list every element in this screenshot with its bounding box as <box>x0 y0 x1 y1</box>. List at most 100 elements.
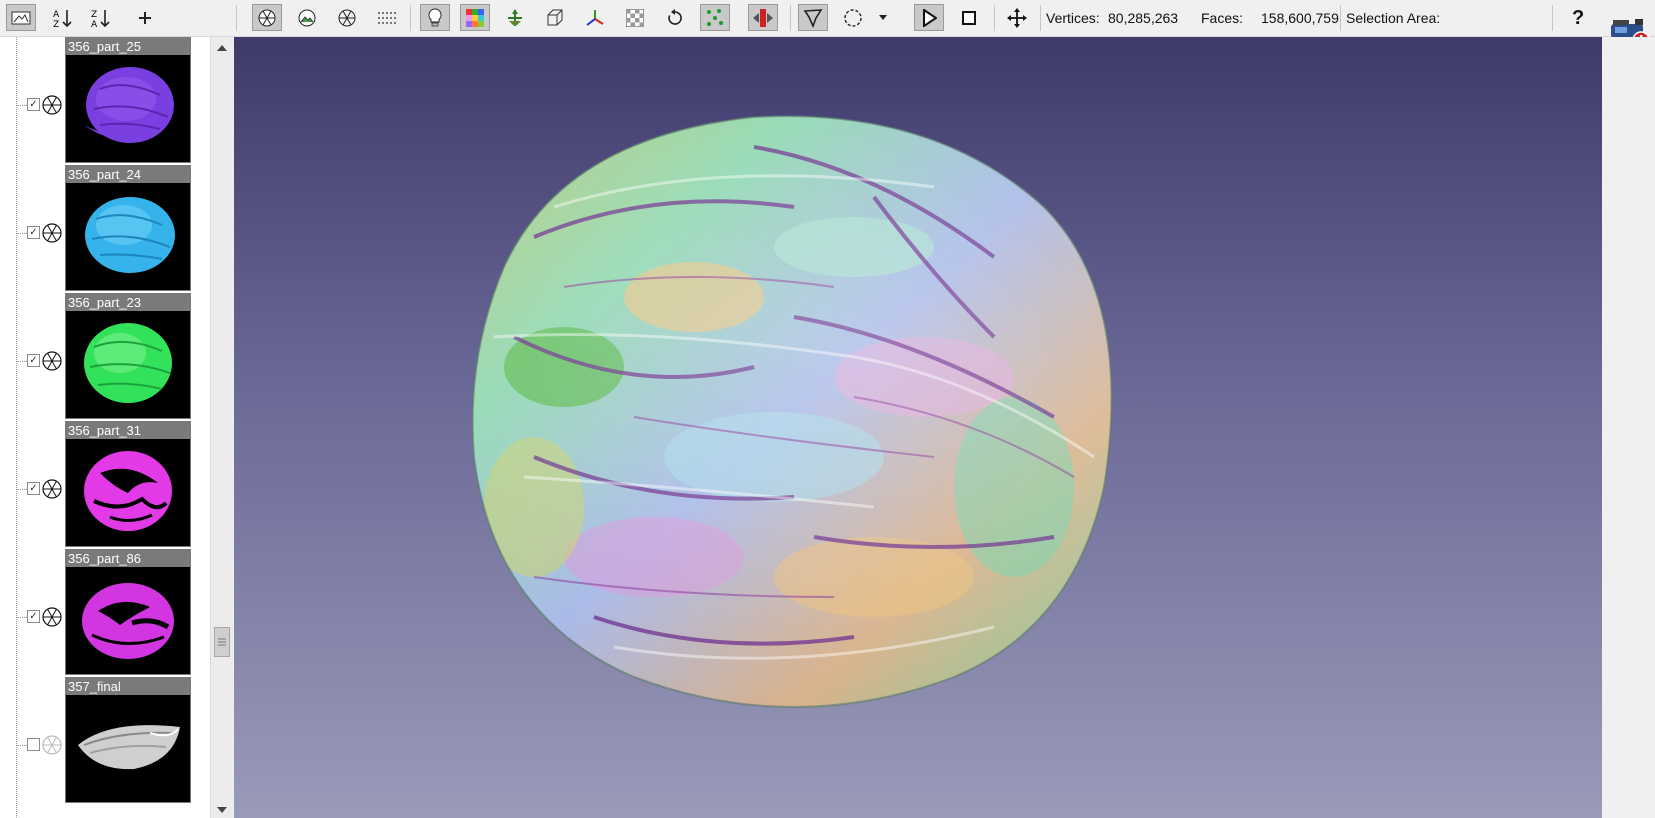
layer-preview <box>82 583 174 659</box>
axes-button[interactable] <box>580 4 610 31</box>
bounding-box-button[interactable] <box>540 4 570 31</box>
layer-preview <box>84 67 174 143</box>
layer-checkbox[interactable]: ✓ <box>27 354 40 367</box>
layer-preview <box>84 323 172 403</box>
bounding-box-icon <box>545 8 565 28</box>
svg-text:Z: Z <box>91 10 97 20</box>
rotate-icon <box>666 8 684 27</box>
layer-checkbox[interactable]: ✓ <box>27 610 40 623</box>
visibility-wireframe-icon[interactable] <box>42 479 62 499</box>
layer-item[interactable]: 357_final <box>0 677 210 805</box>
polygon-select-icon <box>803 8 823 28</box>
sort-ascending-button[interactable]: AZ <box>48 4 78 31</box>
sort-descending-icon: ZA <box>90 7 112 29</box>
wireframe-button[interactable] <box>252 4 282 31</box>
scrollbar-thumb[interactable] <box>214 627 230 657</box>
layer-checkbox[interactable]: ✓ <box>27 98 40 111</box>
layer-name: 356_part_24 <box>66 166 190 183</box>
faces-label: Faces: <box>1201 10 1244 26</box>
layer-checkbox[interactable]: ✓ <box>27 482 40 495</box>
toolbar-separator <box>410 5 411 31</box>
visibility-wireframe-icon[interactable] <box>42 607 62 627</box>
normals-button[interactable] <box>500 4 530 31</box>
layer-panel: ✓ 356_part_25 ✓ 356_part_24 ✓ 356_part_2… <box>0 37 233 818</box>
dropdown-icon <box>879 14 887 21</box>
polygon-select-button[interactable] <box>798 4 828 31</box>
layer-preview <box>84 451 172 531</box>
faces-value: 158,600,759 <box>1261 10 1339 26</box>
textured-mesh-icon <box>297 8 317 28</box>
visibility-wireframe-icon[interactable] <box>42 223 62 243</box>
vertices-label: Vertices: <box>1046 10 1100 26</box>
visibility-wireframe-icon[interactable] <box>42 735 62 755</box>
record-button[interactable] <box>748 4 778 31</box>
layer-name: 356_part_31 <box>66 422 190 439</box>
checker-texture-button[interactable] <box>620 4 650 31</box>
color-grid-icon <box>466 8 484 27</box>
layer-thumbnail[interactable]: 357_final <box>65 677 191 803</box>
layer-thumbnail[interactable]: 356_part_25 <box>65 37 191 163</box>
layer-item[interactable]: ✓ 356_part_31 <box>0 421 210 549</box>
sort-descending-button[interactable]: ZA <box>86 4 116 31</box>
layer-thumbnail[interactable]: 356_part_23 <box>65 293 191 419</box>
layer-name: 356_part_86 <box>66 550 190 567</box>
textured-mesh-button[interactable] <box>292 4 322 31</box>
layer-item[interactable]: ✓ 356_part_24 <box>0 165 210 293</box>
dot-grid-button[interactable] <box>372 4 402 31</box>
layer-preview <box>85 197 175 273</box>
help-button[interactable]: ? <box>1572 7 1584 30</box>
layer-item[interactable]: ✓ 356_part_86 <box>0 549 210 677</box>
tree-branch <box>17 489 27 490</box>
3d-viewport[interactable] <box>234 37 1602 818</box>
vertex-select-button[interactable] <box>700 4 730 31</box>
sort-ascending-icon: AZ <box>52 7 74 29</box>
layer-checkbox[interactable] <box>27 738 40 751</box>
visibility-wireframe-icon[interactable] <box>42 95 62 115</box>
play-icon <box>921 8 937 27</box>
toolbar-separator <box>236 5 237 31</box>
normals-icon <box>505 8 525 28</box>
rotate-button[interactable] <box>660 4 690 31</box>
tree-branch <box>17 361 27 362</box>
right-side-strip <box>1602 37 1655 818</box>
snapshot-button[interactable] <box>6 4 36 31</box>
scroll-up-button[interactable] <box>211 37 233 55</box>
layer-thumbnail[interactable]: 356_part_86 <box>65 549 191 675</box>
vertex-select-icon <box>705 8 725 28</box>
color-grid-button[interactable] <box>460 4 490 31</box>
wireframe-icon <box>257 8 277 28</box>
play-button[interactable] <box>914 4 944 31</box>
layer-item[interactable]: ✓ 356_part_23 <box>0 293 210 421</box>
add-icon <box>137 10 153 26</box>
layer-thumbnail[interactable]: 356_part_31 <box>65 421 191 547</box>
tree-branch <box>17 105 27 106</box>
layer-checkbox[interactable]: ✓ <box>27 226 40 239</box>
move-icon <box>1007 7 1027 28</box>
move-button[interactable] <box>1002 4 1032 31</box>
scroll-down-button[interactable] <box>211 799 233 817</box>
toolbar-separator <box>994 5 995 31</box>
svg-text:A: A <box>53 10 60 20</box>
record-icon <box>752 8 774 28</box>
toolbar-separator <box>1040 5 1041 31</box>
circle-select-button[interactable] <box>838 4 868 31</box>
layer-panel-scrollbar[interactable] <box>210 37 233 818</box>
toolbar-separator <box>790 5 791 31</box>
select-mode-dropdown[interactable] <box>873 4 893 31</box>
visibility-wireframe-icon[interactable] <box>42 351 62 371</box>
add-layer-button[interactable] <box>130 4 160 31</box>
toolbar-separator <box>1340 5 1341 31</box>
lighting-button[interactable] <box>420 4 450 31</box>
main-toolbar: AZ ZA Vertices: 80,285,263 Faces: 158,60… <box>0 0 1655 37</box>
selection-area-label: Selection Area: <box>1346 10 1441 26</box>
points-button[interactable] <box>332 4 362 31</box>
chevron-up-icon <box>217 39 227 54</box>
toolbar-separator <box>1552 5 1553 31</box>
svg-text:Z: Z <box>53 20 59 29</box>
tree-branch <box>17 745 27 746</box>
stop-icon <box>961 10 977 26</box>
layer-item[interactable]: ✓ 356_part_25 <box>0 37 210 165</box>
stop-button[interactable] <box>954 4 984 31</box>
layer-thumbnail[interactable]: 356_part_24 <box>65 165 191 291</box>
points-icon <box>337 8 357 28</box>
